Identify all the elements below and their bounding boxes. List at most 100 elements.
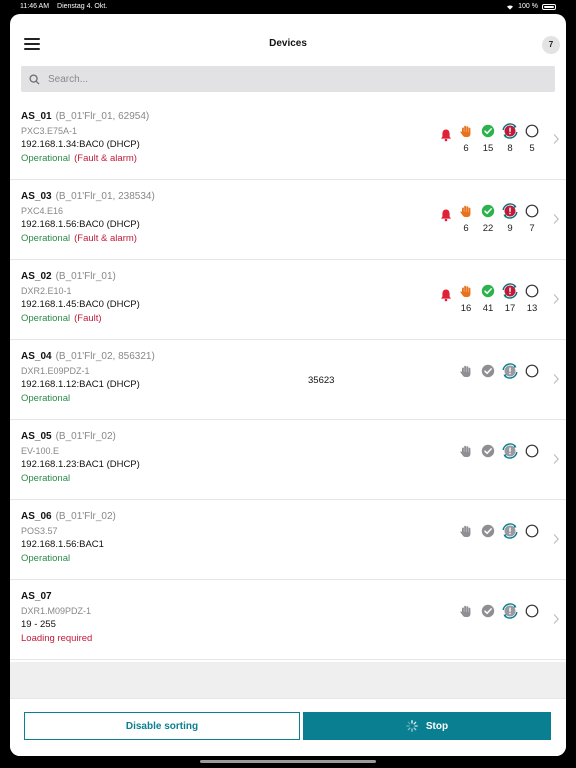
chevron-right-icon [552, 532, 560, 544]
clock: 11:46 AM [20, 3, 50, 10]
manual-count: 16 [460, 303, 472, 314]
device-list: AS_01 (B_01'Flr_01, 62954) PXC3.E75A-1 192.… [10, 100, 566, 660]
stop-button[interactable]: Stop [303, 712, 551, 740]
device-address: 192.168.1.56:BAC1 [21, 539, 104, 550]
other-count: 13 [526, 303, 538, 314]
device-row-as_03[interactable]: AS_03 (B_01'Flr_01, 238534) PXC4.E16 192.16… [10, 180, 566, 260]
device-model: POS3.57 [21, 526, 58, 536]
device-row-as_04[interactable]: AS_04 (B_01'Flr_02, 856321) DXR1.E09PDZ-1 1… [10, 340, 566, 420]
search-bar[interactable] [21, 66, 555, 92]
status-text: Operational [21, 553, 71, 564]
date: Dienstag 4. Okt. [57, 3, 108, 10]
stop-label: Stop [425, 720, 449, 732]
device-address: 19 - 255 [21, 619, 56, 630]
device-status-icons: 6 15 8 5 [436, 123, 542, 164]
device-location: (B_01'Flr_02, 856321) [55, 351, 155, 362]
ok-count: 15 [482, 143, 494, 154]
search-icon [29, 73, 40, 85]
home-indicator [200, 760, 376, 763]
device-model: DXR2.E10-1 [21, 286, 72, 296]
battery-level: 100 % [518, 3, 538, 10]
device-name-line: AS_07 [21, 591, 52, 602]
device-status: Loading required [21, 633, 92, 644]
device-model: DXR1.M09PDZ-1 [21, 606, 92, 616]
other-count: 7 [529, 223, 535, 234]
device-row-as_07[interactable]: AS_07 DXR1.M09PDZ-1 19 - 255 Loading requir… [10, 580, 566, 660]
status-extra: (Fault & alarm) [74, 233, 137, 244]
search-input[interactable] [46, 72, 530, 86]
battery-icon [542, 4, 556, 10]
device-status: Operational (Fault & alarm) [21, 233, 137, 244]
device-model: EV-100.E [21, 446, 60, 456]
device-value: 35623 [308, 375, 335, 386]
device-address: 192.168.1.23:BAC1 (DHCP) [21, 459, 140, 470]
device-status-icons [436, 523, 542, 564]
device-status-icons: 16 41 17 13 [436, 283, 542, 324]
status-extra: (Fault) [74, 313, 102, 324]
status-bar: 11:46 AM Dienstag 4. Okt. 100 % [0, 0, 576, 14]
device-name: AS_02 [21, 271, 52, 282]
device-name-line: AS_01 (B_01'Flr_01, 62954) [21, 111, 149, 122]
ok-count: 41 [482, 303, 494, 314]
device-row-as_05[interactable]: AS_05 (B_01'Flr_02) EV-100.E 192.168.1.23:B… [10, 420, 566, 500]
device-status: Operational [21, 473, 70, 484]
chevron-right-icon [552, 292, 560, 304]
device-address: 192.168.1.34:BAC0 (DHCP) [21, 139, 140, 150]
device-status: Operational (Fault & alarm) [21, 153, 137, 164]
device-name: AS_07 [21, 591, 52, 602]
status-extra: (Fault & alarm) [74, 153, 137, 164]
device-count-badge: 7 [542, 36, 560, 54]
device-status-icons: 6 22 9 7 [436, 203, 542, 244]
device-address: 192.168.1.45:BAC0 (DHCP) [21, 299, 140, 310]
status-text: Loading required [21, 633, 93, 644]
device-name-line: AS_06 (B_01'Flr_02) [21, 511, 116, 522]
device-name-line: AS_05 (B_01'Flr_02) [21, 431, 116, 442]
header: Devices 7 [10, 14, 566, 74]
fault-count: 17 [504, 303, 516, 314]
device-row-as_01[interactable]: AS_01 (B_01'Flr_01, 62954) PXC3.E75A-1 192.… [10, 100, 566, 180]
disable-sorting-button[interactable]: Disable sorting [24, 712, 300, 740]
device-name-line: AS_03 (B_01'Flr_01, 238534) [21, 191, 155, 202]
device-name: AS_04 [21, 351, 52, 362]
device-name-line: AS_04 (B_01'Flr_02, 856321) [21, 351, 155, 362]
manual-count: 6 [463, 223, 469, 234]
devices-sheet: Devices 7 AS_01(B_01'Flr_01, 62954) PXC3.… [10, 14, 566, 756]
chevron-right-icon [552, 132, 560, 144]
device-status: Operational [21, 553, 70, 564]
device-address: 192.168.1.12:BAC1 (DHCP) [21, 379, 140, 390]
device-location: (B_01'Flr_02) [55, 431, 116, 442]
chevron-right-icon [552, 612, 560, 624]
device-status-icons [436, 603, 542, 644]
other-count: 5 [529, 143, 535, 154]
manual-count: 6 [463, 143, 469, 154]
chevron-right-icon [552, 372, 560, 384]
device-name: AS_01 [21, 111, 52, 122]
device-name: AS_06 [21, 511, 52, 522]
fault-count: 8 [507, 143, 513, 154]
fault-count: 9 [507, 223, 513, 234]
device-name: AS_03 [21, 191, 52, 202]
device-status-icons [436, 363, 542, 404]
page-title: Devices [269, 38, 307, 49]
chevron-right-icon [552, 452, 560, 464]
status-text: Operational [21, 153, 71, 164]
device-location: (B_01'Flr_01, 238534) [55, 191, 155, 202]
list-spacer [10, 662, 566, 698]
device-name-line: AS_02 (B_01'Flr_01) [21, 271, 116, 282]
device-model: PXC3.E75A-1 [21, 126, 78, 136]
spinner-icon [406, 720, 418, 732]
device-row-as_06[interactable]: AS_06 (B_01'Flr_02) POS3.57 192.168.1.56:BA… [10, 500, 566, 580]
device-row-as_02[interactable]: AS_02 (B_01'Flr_01) DXR2.E10-1 192.168.1.45… [10, 260, 566, 340]
status-text: Operational [21, 233, 71, 244]
device-status: Operational [21, 393, 70, 404]
device-status: Operational (Fault) [21, 313, 102, 324]
device-address: 192.168.1.56:BAC0 (DHCP) [21, 219, 140, 230]
device-location: (B_01'Flr_01, 62954) [55, 111, 150, 122]
status-text: Operational [21, 393, 71, 404]
wifi-icon [507, 5, 514, 10]
status-text: Operational [21, 473, 71, 484]
device-status-icons [436, 443, 542, 484]
device-model: DXR1.E09PDZ-1 [21, 366, 90, 376]
chevron-right-icon [552, 212, 560, 224]
device-location: (B_01'Flr_02) [55, 511, 116, 522]
